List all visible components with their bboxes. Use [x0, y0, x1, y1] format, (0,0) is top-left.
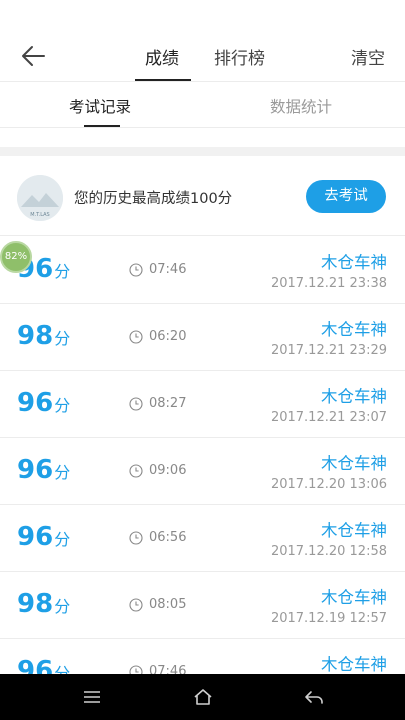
sub-tabs: 考试记录 数据统计 [0, 82, 405, 128]
record-user-name: 木仓车神 [321, 454, 387, 473]
clock-icon [129, 597, 143, 612]
record-date: 2017.12.21 23:07 [270, 410, 387, 425]
record-score: 96分 [17, 388, 70, 418]
record-user-name: 木仓车神 [321, 588, 387, 607]
record-user-name: 木仓车神 [321, 521, 387, 540]
record-duration: 06:20 [129, 329, 186, 344]
active-tab-indicator [135, 79, 191, 81]
duration-text: 07:46 [149, 262, 187, 277]
system-nav-bar [0, 674, 405, 720]
record-date: 2017.12.19 12:57 [270, 611, 387, 626]
duration-text: 06:20 [149, 329, 187, 344]
record-row[interactable]: 98分 08:05 木仓车神 2017.12.19 12:57 [0, 572, 405, 639]
tab-ranking[interactable]: 排行榜 [214, 44, 265, 69]
back-button[interactable] [18, 40, 50, 72]
record-duration: 07:46 [129, 262, 186, 277]
score-unit: 分 [54, 530, 71, 549]
tab-data-stats[interactable]: 数据统计 [270, 95, 332, 117]
record-duration: 08:27 [129, 396, 186, 411]
active-subtab-indicator [84, 125, 120, 127]
score-unit: 分 [54, 329, 71, 348]
record-date: 2017.12.21 23:29 [270, 343, 387, 358]
clock-icon [129, 463, 143, 478]
record-score: 96分 [17, 455, 70, 485]
take-exam-button[interactable]: 去考试 [306, 180, 386, 213]
score-unit: 分 [54, 597, 71, 616]
clock-icon [129, 262, 143, 277]
record-user-name: 木仓车神 [321, 387, 387, 406]
record-duration: 08:05 [129, 597, 186, 612]
section-divider [0, 147, 405, 156]
clock-icon [129, 530, 143, 545]
record-duration: 06:56 [129, 530, 186, 545]
record-row[interactable]: 96分 06:56 木仓车神 2017.12.20 12:58 [0, 505, 405, 572]
avatar-image: M.T.LAS [17, 175, 63, 221]
score-value: 96 [17, 455, 54, 485]
record-date: 2017.12.20 12:58 [270, 544, 387, 559]
clock-icon [129, 396, 143, 411]
score-value: 98 [17, 589, 54, 619]
clock-icon [129, 329, 143, 344]
duration-text: 06:56 [149, 530, 187, 545]
svg-text:M.T.LAS: M.T.LAS [30, 212, 49, 218]
record-user-name: 木仓车神 [321, 253, 387, 272]
clear-button[interactable]: 清空 [351, 44, 385, 69]
record-row[interactable]: 98分 06:20 木仓车神 2017.12.21 23:29 [0, 304, 405, 371]
score-value: 98 [17, 321, 54, 351]
avatar[interactable]: M.T.LAS [17, 175, 63, 221]
score-unit: 分 [54, 262, 71, 281]
best-score-text: 您的历史最高成绩100分 [74, 191, 233, 207]
records-list: 96分 07:46 木仓车神 2017.12.21 23:38 98分 06:20 木仓车神… [0, 237, 405, 706]
home-icon[interactable] [192, 686, 214, 708]
record-row[interactable]: 96分 07:46 木仓车神 2017.12.21 23:38 [0, 237, 405, 304]
record-duration: 09:06 [129, 463, 186, 478]
menu-icon[interactable] [81, 686, 103, 708]
record-date: 2017.12.21 23:38 [270, 276, 387, 291]
record-user-name: 木仓车神 [321, 655, 387, 674]
score-value: 96 [17, 388, 54, 418]
record-row[interactable]: 96分 08:27 木仓车神 2017.12.21 23:07 [0, 371, 405, 438]
record-row[interactable]: 96分 09:06 木仓车神 2017.12.20 13:06 [0, 438, 405, 505]
percent-badge[interactable]: 82% [0, 241, 32, 273]
record-date: 2017.12.20 13:06 [270, 477, 387, 492]
tab-exam-records[interactable]: 考试记录 [69, 95, 131, 117]
top-header: 成绩 排行榜 清空 [0, 0, 405, 82]
record-user-name: 木仓车神 [321, 320, 387, 339]
arrow-left-icon [22, 46, 45, 66]
best-score-banner: M.T.LAS 您的历史最高成绩100分 去考试 [0, 160, 405, 236]
duration-text: 08:05 [149, 597, 187, 612]
score-unit: 分 [54, 396, 71, 415]
app-root: 成绩 排行榜 清空 考试记录 数据统计 M.T.LAS 您的历史最高成绩100分… [0, 0, 405, 720]
score-value: 96 [17, 522, 54, 552]
return-icon[interactable] [303, 686, 325, 708]
duration-text: 08:27 [149, 396, 187, 411]
record-score: 98分 [17, 321, 70, 351]
tab-scores[interactable]: 成绩 [145, 44, 179, 69]
score-unit: 分 [54, 463, 71, 482]
record-score: 98分 [17, 589, 70, 619]
duration-text: 09:06 [149, 463, 187, 478]
record-score: 96分 [17, 522, 70, 552]
